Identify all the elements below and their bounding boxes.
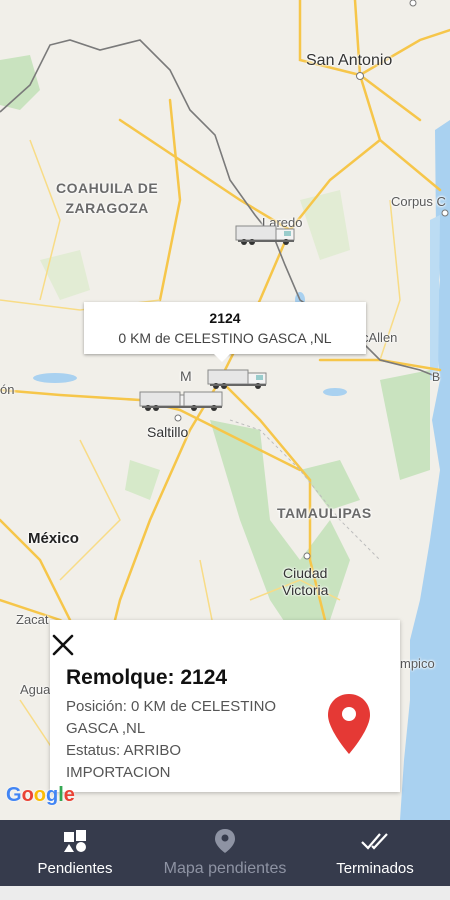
map-label-mpico: mpico [400,656,435,671]
map-label-corpus: Corpus C [391,194,446,209]
close-icon[interactable] [50,632,76,658]
map-label-mexico: México [28,530,79,547]
map-label-tamaulipas: TAMAULIPAS [277,505,372,521]
trailer-status-line-1: Estatus: ARRIBO [66,742,182,759]
bottom-navigation: Pendientes Mapa pendientes Terminados [0,820,450,886]
map-label-agua: Agua [20,682,51,697]
nav-label-pendientes: Pendientes [37,860,113,877]
truck-marker-icon[interactable] [138,388,226,414]
nav-item-terminados[interactable]: Terminados [320,820,430,886]
double-check-icon [361,833,388,850]
map-view[interactable]: San Antonio COAHUILA DE ZARAGOZA Corpus … [0,0,450,820]
trailer-position-line-1: Posición: 0 KM de CELESTINO [66,698,277,715]
shapes-icon [64,830,86,852]
tooltip-position: 0 KM de CELESTINO GASCA ,NL [118,330,332,346]
truck-marker-icon[interactable] [234,222,298,248]
map-label-saltillo: Saltillo [147,424,189,440]
trailer-title: Remolque: 2124 [66,666,228,689]
system-bar [0,886,450,900]
location-pin-icon[interactable] [326,692,372,756]
trailer-info-card: Remolque: 2124 Posición: 0 KM de CELESTI… [50,620,400,792]
map-label-b: B [432,370,441,384]
nav-item-pendientes[interactable]: Pendientes [20,820,130,886]
tooltip-trailer-number: 2124 [209,310,241,326]
trailer-position-line-2: GASCA ,NL [66,720,146,737]
location-pin-icon [215,829,235,853]
nav-item-mapa-pendientes[interactable]: Mapa pendientes [150,820,300,886]
map-label-mcallen: cAllen [362,330,398,345]
trailer-details: Posición: 0 KM de CELESTINO GASCA ,NL Es… [66,696,306,784]
nav-label-mapa-pendientes: Mapa pendientes [163,860,287,877]
trailer-status-line-2: IMPORTACION [66,764,171,781]
map-label-san-antonio: San Antonio [306,52,393,69]
map-label-coahuila: COAHUILA DE ZARAGOZA [56,180,159,216]
map-label-ciudad-victoria: Ciudad Victoria [282,565,329,598]
google-logo: Google [6,784,75,806]
map-label-on: ón [0,382,15,397]
map-label-zacat: Zacat [16,612,49,627]
nav-label-terminados: Terminados [336,860,414,877]
marker-tooltip: 2124 0 KM de CELESTINO GASCA ,NL [84,302,366,362]
map-label-m: M [180,368,192,384]
